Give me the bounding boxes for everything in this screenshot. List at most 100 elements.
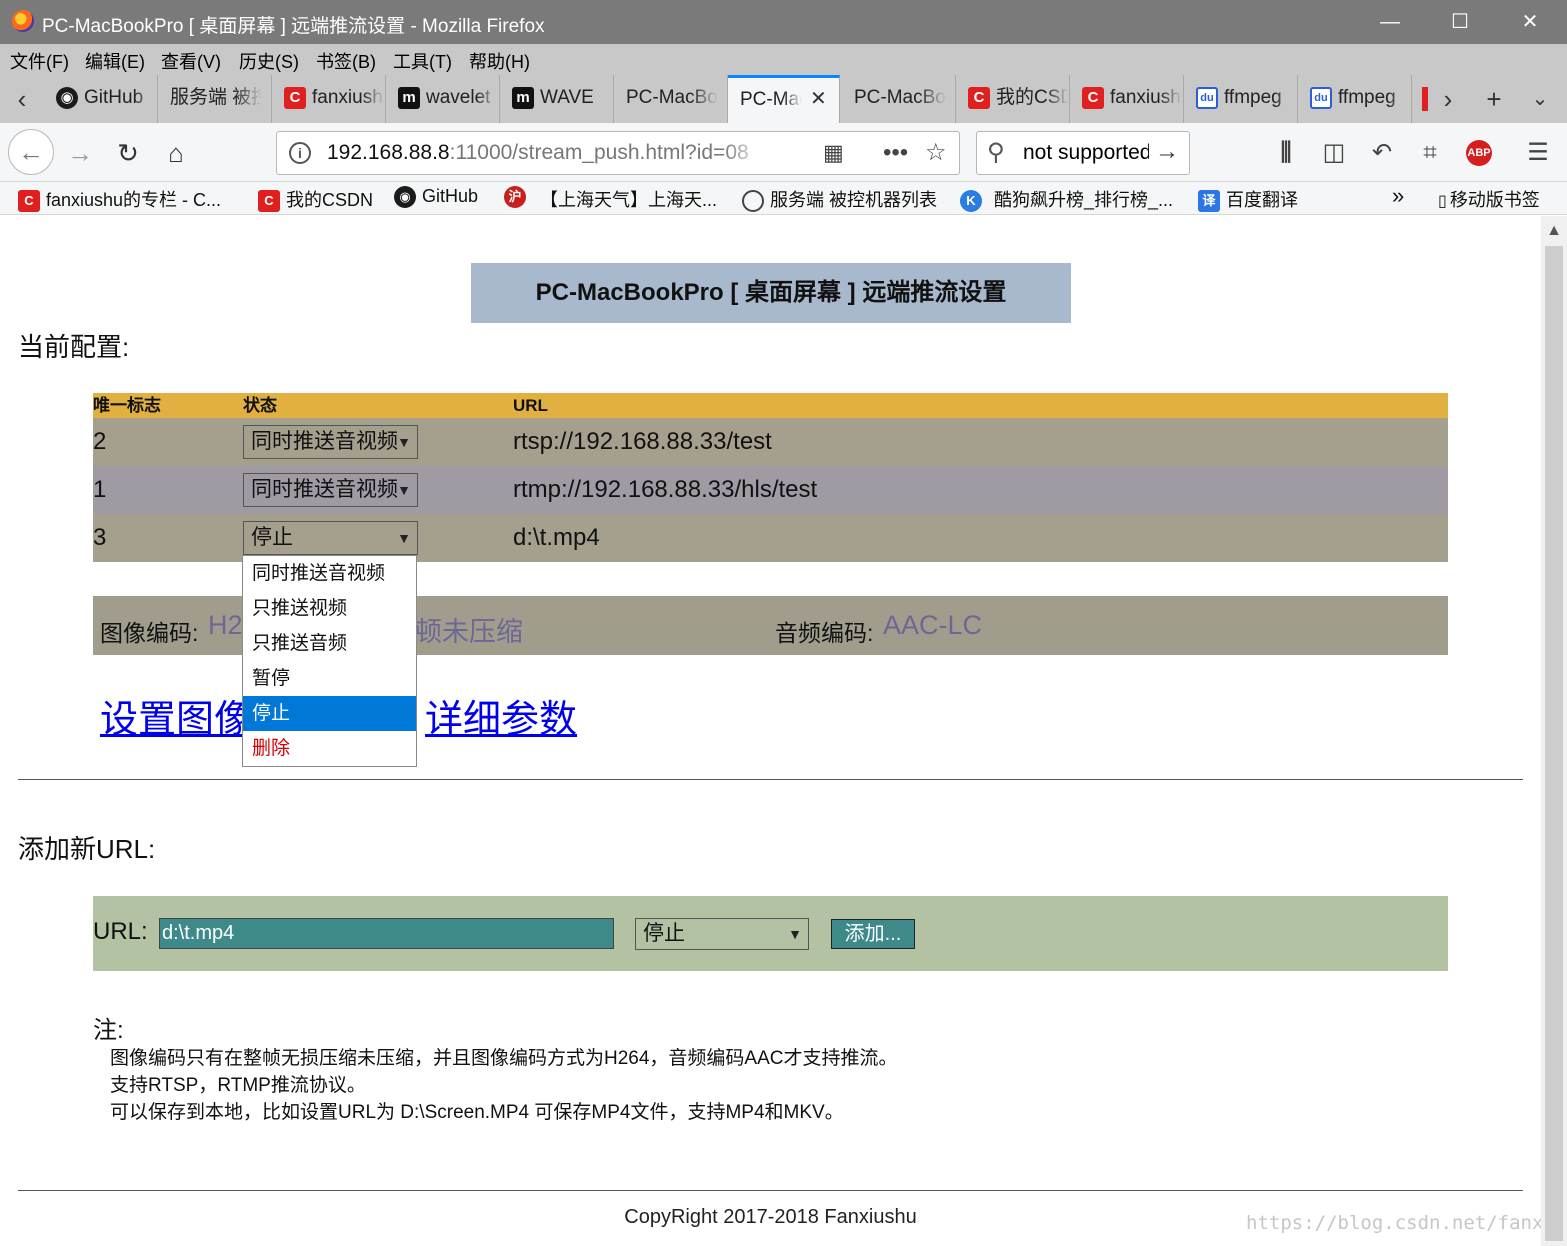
m-icon: m	[398, 87, 420, 109]
tab-ffmpeg-2[interactable]: du ffmpeg	[1298, 75, 1412, 123]
page-actions-icon[interactable]: •••	[883, 140, 908, 166]
search-icon: ⚲	[987, 139, 1005, 166]
reload-button[interactable]: ↻	[110, 135, 146, 171]
navigation-toolbar: ← → ↻ ⌂ i 192.168.88.8:11000/stream_push…	[0, 123, 1567, 182]
row-id: 2	[93, 428, 107, 455]
search-bar[interactable]: ⚲ not supported →	[976, 131, 1190, 175]
new-tab-button[interactable]: +	[1478, 83, 1510, 115]
menu-view[interactable]: 查看(V)	[161, 48, 221, 74]
bookmarks-overflow-icon[interactable]: »	[1392, 183, 1404, 209]
bookmarks-toolbar: Cfanxiushu的专栏 - C... C 我的CSDN ◉ GitHub 沪 【…	[0, 182, 1567, 215]
page-content: PC-MacBookPro [ 桌面屏幕 ] 远端推流设置 当前配置: 唯一标志…	[0, 216, 1567, 1246]
url-text[interactable]: 192.168.88.8:11000/stream_push.html?id=0…	[327, 141, 767, 165]
dropdown-option-highlighted[interactable]: 停止	[243, 696, 416, 731]
add-url-heading: 添加新URL:	[18, 834, 156, 864]
tab-pc-macbookpro[interactable]: PC-MacBookPro	[614, 75, 728, 123]
url-input[interactable]: d:\t.mp4	[159, 918, 614, 949]
bookmark-my-csdn[interactable]: C 我的CSDN	[258, 186, 373, 213]
bookmark-kugou[interactable]: K 酷狗飙升榜_排行榜_...	[960, 186, 1173, 213]
tab-label: GitHub	[84, 87, 144, 108]
bookmark-baidu-translate[interactable]: 译百度翻译	[1198, 186, 1298, 213]
menu-file[interactable]: 文件(F)	[10, 48, 69, 74]
tab-pc-macbookpro-active[interactable]: PC-MacBookPro ✕	[728, 75, 840, 123]
tab-wavelet[interactable]: m wavelet	[386, 75, 500, 123]
row-url: d:\t.mp4	[513, 524, 600, 551]
bookmark-fanxiushu[interactable]: Cfanxiushu的专栏 - C...	[18, 186, 221, 213]
status-select[interactable]: 同时推送音视频 ▼	[243, 473, 418, 507]
menu-bookmarks[interactable]: 书签(B)	[316, 48, 376, 74]
add-button[interactable]: 添加...	[831, 919, 915, 949]
bookmark-github[interactable]: ◉ GitHub	[394, 186, 478, 209]
column-header-url: URL	[513, 396, 548, 415]
list-all-tabs-icon[interactable]: ⌄	[1524, 83, 1556, 115]
minimize-button[interactable]: —	[1376, 8, 1404, 36]
status-select-open[interactable]: 停止 ▼	[243, 521, 418, 555]
globe-icon	[742, 190, 764, 213]
menu-tools[interactable]: 工具(T)	[393, 48, 452, 74]
close-tab-icon[interactable]: ✕	[810, 78, 827, 121]
hamburger-menu-icon[interactable]: ☰	[1522, 137, 1554, 169]
new-status-select[interactable]: 停止 ▼	[635, 918, 809, 950]
status-dropdown-list: 同时推送音视频 只推送视频 只推送音频 暂停 停止 删除	[242, 555, 417, 767]
screenshot-crop-icon[interactable]: ⌗	[1414, 137, 1446, 169]
mobile-bookmarks[interactable]: ▯ 移动版书签	[1438, 186, 1540, 212]
address-bar[interactable]: i 192.168.88.8:11000/stream_push.html?id…	[276, 131, 960, 175]
audio-codec-value: AAC-LC	[883, 610, 983, 640]
table-row: 2 同时推送音视频 ▼ rtsp://192.168.88.33/test	[93, 418, 1448, 466]
tab-scroll-left-icon[interactable]: ‹	[6, 83, 38, 115]
column-header-id: 唯一标志	[93, 396, 161, 415]
tab-server-list[interactable]: 服务端 被控	[158, 75, 272, 123]
notes-title: 注:	[93, 1017, 124, 1044]
tab-fanxiushu[interactable]: Cfanxiushu	[272, 75, 386, 123]
dropdown-caret-icon: ▼	[788, 926, 802, 942]
baidu-icon: du	[1196, 87, 1218, 109]
bookmark-server-list[interactable]: 服务端 被控机器列表	[742, 186, 937, 213]
status-select[interactable]: 同时推送音视频 ▼	[243, 425, 418, 459]
vertical-scrollbar[interactable]: ▲	[1541, 216, 1567, 1246]
m-icon: m	[512, 87, 534, 109]
home-button[interactable]: ⌂	[158, 135, 194, 171]
bookmark-star-icon[interactable]: ☆	[925, 140, 947, 166]
tab-fanxiushu-2[interactable]: Cfanxiushu	[1070, 75, 1184, 123]
overflow-tab-icon[interactable]	[1422, 87, 1428, 111]
menu-history[interactable]: 历史(S)	[239, 48, 299, 74]
bookmark-shanghai-weather[interactable]: 【上海天气】上海天...	[540, 186, 717, 212]
add-url-form: URL: d:\t.mp4 停止 ▼ 添加...	[93, 896, 1448, 971]
dropdown-option[interactable]: 同时推送音视频	[243, 556, 416, 591]
translate-icon: 译	[1198, 190, 1220, 213]
scrollbar-thumb[interactable]	[1545, 246, 1563, 1241]
kugou-icon: K	[960, 190, 982, 213]
bookmark-shanghai-icon-only[interactable]: 沪	[504, 186, 532, 209]
scroll-up-icon[interactable]: ▲	[1541, 220, 1567, 242]
site-info-icon[interactable]: i	[289, 142, 311, 164]
dropdown-option-delete[interactable]: 删除	[243, 731, 416, 766]
dropdown-option[interactable]: 暂停	[243, 661, 416, 696]
undo-close-icon[interactable]: ↶	[1366, 137, 1398, 169]
back-button[interactable]: ←	[8, 129, 54, 175]
tab-my-csdn[interactable]: C 我的CSDN	[956, 75, 1070, 123]
note-line: 支持RTSP，RTMP推流协议。	[110, 1075, 366, 1096]
adblock-plus-icon[interactable]: ABP	[1466, 140, 1492, 166]
dropdown-option[interactable]: 只推送视频	[243, 591, 416, 626]
tab-ffmpeg[interactable]: du ffmpeg	[1184, 75, 1298, 123]
tab-wave[interactable]: m WAVE	[500, 75, 614, 123]
search-go-icon[interactable]: →	[1155, 138, 1179, 166]
tab-label: PC-MacBookPro	[626, 87, 718, 108]
tab-pc-macbookpro-2[interactable]: PC-MacBookPro	[842, 75, 956, 123]
menu-bar: 文件(F) 编辑(E) 查看(V) 历史(S) 书签(B) 工具(T) 帮助(H…	[0, 44, 1567, 75]
close-window-button[interactable]: ✕	[1516, 8, 1544, 36]
column-header-status: 状态	[243, 396, 277, 415]
tab-scroll-right-icon[interactable]: ›	[1432, 83, 1464, 115]
menu-edit[interactable]: 编辑(E)	[85, 48, 145, 74]
dropdown-option[interactable]: 只推送音频	[243, 626, 416, 661]
menu-help[interactable]: 帮助(H)	[469, 48, 530, 74]
github-icon: ◉	[56, 87, 78, 109]
search-input[interactable]: not supported	[1023, 141, 1149, 165]
tab-github[interactable]: ◉ GitHub	[44, 75, 158, 123]
maximize-button[interactable]: ☐	[1446, 8, 1474, 36]
sidebar-icon[interactable]: ◫	[1318, 137, 1350, 169]
qr-code-icon[interactable]: ▦	[823, 140, 844, 166]
library-icon[interactable]: ⫼	[1270, 137, 1302, 169]
forward-button[interactable]: →	[62, 135, 98, 171]
csdn-icon: C	[18, 190, 40, 213]
